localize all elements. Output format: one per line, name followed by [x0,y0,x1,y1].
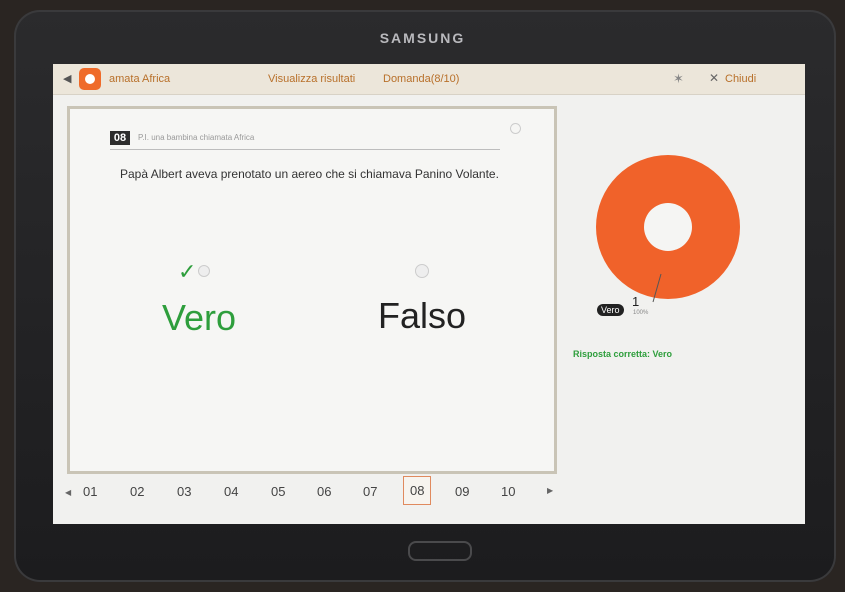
checkmark-icon: ✓ [178,259,197,284]
page-08-active[interactable]: 08 [403,476,432,505]
next-arrow-icon[interactable]: ▶ [547,486,553,495]
question-number: 08 [110,131,130,145]
view-results-button[interactable]: Visualizza risultati [268,73,355,85]
close-button[interactable]: Chiudi [725,73,756,85]
pie-count: 1 [632,294,640,309]
page-06[interactable]: 06 [317,484,331,499]
action-bar: ◀ amata Africa Visualizza risultati Doma… [53,64,805,95]
close-icon[interactable]: ✕ [709,71,719,85]
pie-percent: 100% [633,310,649,316]
divider [110,149,500,150]
app-screen: ◀ amata Africa Visualizza risultati Doma… [53,64,805,524]
page-01[interactable]: 01 [83,484,97,499]
question-text: Papà Albert aveva prenotato un aereo che… [120,167,499,181]
option-falso[interactable]: Falso [378,295,466,337]
app-title: amata Africa [109,73,171,85]
radio-vero[interactable] [198,265,210,277]
corner-circle-icon [510,123,521,134]
question-counter: Domanda(8/10) [383,73,460,85]
radio-falso[interactable] [415,264,429,278]
question-card: 08 P.I. una bambina chiamata Africa Papà… [67,106,557,474]
page-09[interactable]: 09 [455,484,469,499]
star-icon[interactable]: ✶ [673,71,684,87]
home-button[interactable] [408,541,472,561]
back-icon[interactable]: ◀ [63,72,71,85]
question-subtitle: P.I. una bambina chiamata Africa [138,133,255,142]
results-pie-chart [596,155,740,303]
prev-arrow-icon[interactable]: ◀ [65,488,71,497]
pie-hole [644,203,692,251]
question-pager: ◀ 01 02 03 04 05 06 07 08 09 10 ▶ [53,472,563,512]
page-03[interactable]: 03 [177,484,191,499]
pie-label-vero: Vero [597,304,624,316]
option-vero[interactable]: Vero [162,297,236,339]
page-10[interactable]: 10 [501,484,515,499]
app-logo-icon[interactable] [79,68,101,90]
page-07[interactable]: 07 [363,484,377,499]
device-brand: SAMSUNG [379,30,466,46]
correct-answer-text: Risposta corretta: Vero [573,349,673,359]
page-04[interactable]: 04 [224,484,238,499]
page-02[interactable]: 02 [130,484,144,499]
page-05[interactable]: 05 [271,484,285,499]
